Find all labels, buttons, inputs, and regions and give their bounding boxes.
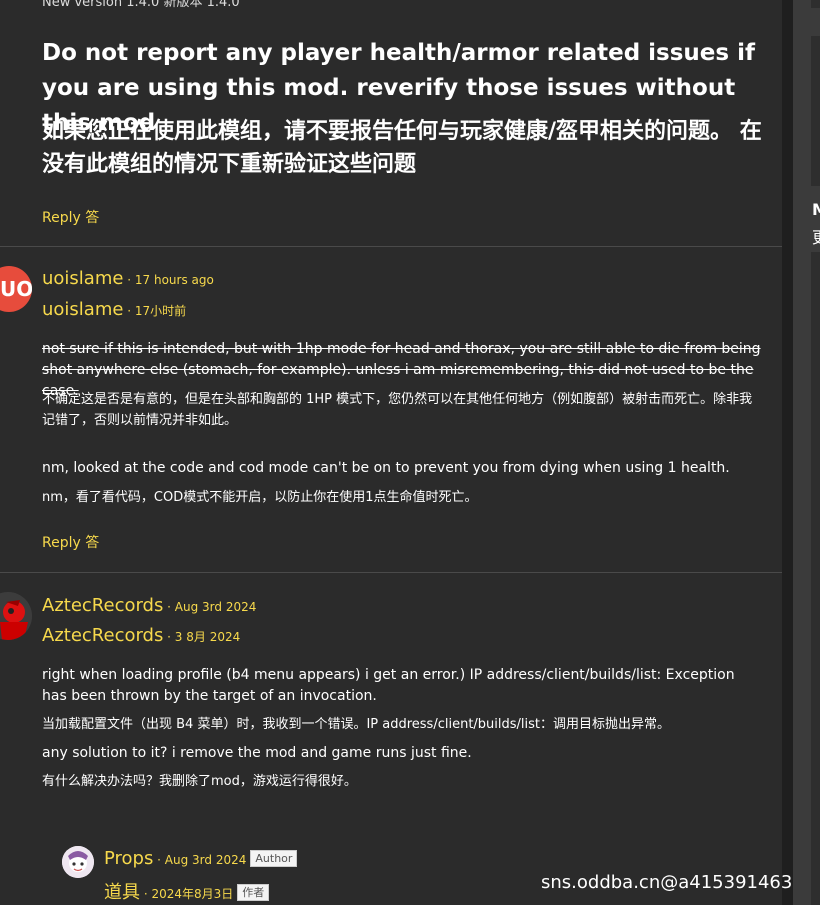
username-link[interactable]: uoislame <box>42 268 123 289</box>
comment-header: AztecRecords · Aug 3rd 2024 <box>42 595 256 616</box>
sidebar-subheading: 更 <box>812 224 820 248</box>
comment-text-translated: 不确定这是否是有意的，但是在头部和胸部的 1HP 模式下，您仍然可以在其他任何地… <box>42 392 753 428</box>
avatar[interactable]: UO <box>0 266 32 312</box>
comment-text-translated: 有什么解决办法吗？我删除了mod，游戏运行得很好。 <box>42 774 357 789</box>
timestamp: · Aug 3rd 2024 <box>163 600 257 614</box>
username-link[interactable]: AztecRecords <box>42 595 163 616</box>
comment-text: any solution to it? i remove the mod and… <box>42 745 472 761</box>
sidebar-heading: M <box>812 200 820 219</box>
comment-header: uoislame · 17 hours ago <box>42 268 214 289</box>
comment-header-translated: uoislame · 17小时前 <box>42 299 186 320</box>
comment-text: right when loading profile (b4 menu appe… <box>42 667 735 704</box>
username-link[interactable]: AztecRecords <box>42 625 163 646</box>
author-badge: 作者 <box>237 884 270 901</box>
username-link[interactable]: 道具 <box>104 882 140 903</box>
avatar[interactable] <box>62 846 94 878</box>
timestamp: · Aug 3rd 2024 <box>153 853 247 867</box>
reply-button[interactable]: Reply 答 <box>42 532 99 552</box>
right-sidebar: M 更 <box>793 0 820 905</box>
sidebar-block <box>811 0 820 8</box>
author-badge: Author <box>250 850 298 867</box>
timestamp: · 17 hours ago <box>123 273 214 287</box>
comment-text-translated: nm，看了看代码，COD模式不能开启，以防止你在使用1点生命值时死亡。 <box>42 490 478 505</box>
divider <box>0 246 782 247</box>
comment-header-translated: AztecRecords · 3 8月 2024 <box>42 625 240 646</box>
reply-button[interactable]: Reply 答 <box>42 207 99 227</box>
version-line: New version 1.4.0 新版本 1.4.0 <box>42 0 240 10</box>
comment-header: Props · Aug 3rd 2024 Author <box>104 848 298 869</box>
username-link[interactable]: Props <box>104 848 153 869</box>
comments-pane: New version 1.4.0 新版本 1.4.0 Do not repor… <box>0 0 782 905</box>
scrollbar[interactable] <box>782 0 793 905</box>
avatar[interactable] <box>0 592 32 640</box>
divider <box>0 572 782 573</box>
sidebar-block <box>811 36 820 186</box>
username-link[interactable]: uoislame <box>42 299 123 320</box>
comment-text-translated: 当加载配置文件（出现 B4 菜单）时，我收到一个错误。IP address/cl… <box>42 717 671 732</box>
timestamp: · 2024年8月3日 <box>140 887 234 901</box>
watermark: sns.oddba.cn@a415391463 <box>541 872 793 893</box>
comment-header-translated: 道具 · 2024年8月3日 作者 <box>104 878 270 904</box>
timestamp: · 3 8月 2024 <box>163 630 241 644</box>
avatar-image <box>62 846 94 878</box>
avatar-image <box>0 592 32 640</box>
timestamp: · 17小时前 <box>123 304 187 318</box>
sidebar-block <box>811 252 820 905</box>
notice-chinese: 如果您正在使用此模组，请不要报告任何与玩家健康/盔甲相关的问题。 在没有此模组的… <box>42 119 762 177</box>
avatar-initials: UO <box>0 277 32 301</box>
comment-text: nm, looked at the code and cod mode can'… <box>42 460 730 476</box>
